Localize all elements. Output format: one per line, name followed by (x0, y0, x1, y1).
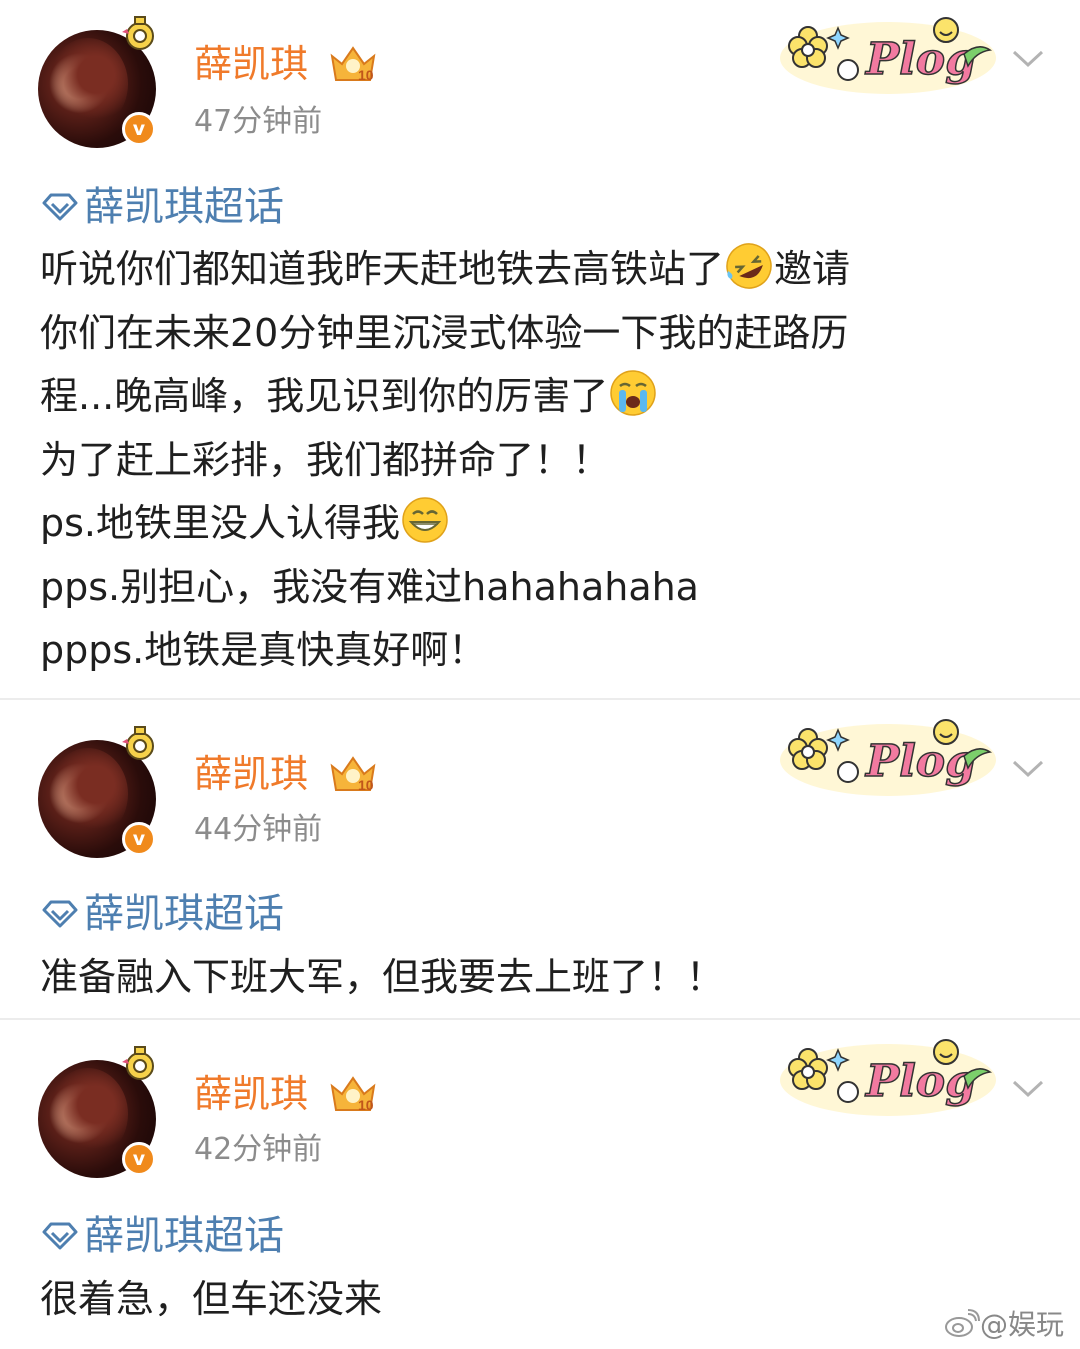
vip-level: 10 (358, 1097, 374, 1113)
crown-badge-icon[interactable]: 10 (328, 1072, 378, 1116)
watermark-text: @娱玩 (980, 1308, 1065, 1341)
rofl-emoji (726, 243, 772, 289)
watermark: @娱玩 (944, 1306, 1074, 1341)
post-text-line: 你们在未来20分钟里沉浸式体验一下我的赶路历 (40, 310, 849, 355)
supertopic-label[interactable]: 薛凯琪超话 (84, 890, 284, 938)
svg-text:Plog: Plog (864, 1056, 976, 1107)
author-name[interactable]: 薛凯琪 (194, 42, 308, 86)
plog-sticker: Plog (780, 719, 996, 796)
post-body: 听说你们都知道我昨天赶地铁去高铁站了 邀请 你们在未来20分钟里沉浸式体验一下我… (40, 238, 1040, 683)
vip-level: 10 (358, 777, 374, 793)
crown-badge-icon[interactable]: 10 (328, 752, 378, 796)
svg-text:Plog: Plog (864, 736, 976, 787)
supertopic-label[interactable]: 薛凯琪超话 (84, 1212, 284, 1260)
supertopic-link[interactable]: 薛凯琪超话 (40, 183, 284, 231)
post-text-line: 听说你们都知道我昨天赶地铁去高铁站了 (40, 247, 725, 291)
post-text-line: ppps.地铁是真快真好啊！ (40, 628, 487, 672)
verified-icon: v (122, 822, 156, 856)
post-time: 44分钟前 (194, 812, 323, 847)
author-name[interactable]: 薛凯琪 (194, 1072, 308, 1116)
crown-badge-icon[interactable]: 10 (328, 42, 378, 86)
pendant-icon (122, 16, 154, 50)
supertopic-diamond-icon (42, 1222, 78, 1250)
avatar[interactable]: v (38, 1046, 156, 1178)
supertopic-link[interactable]: 薛凯琪超话 (40, 1212, 284, 1260)
post-3: v 薛凯琪 10 42分钟前 Plog 薛凯琪超话 很着急，但车还没来 (0, 1020, 1080, 1349)
plog-sticker: Plog (780, 1039, 996, 1116)
grin-emoji (402, 497, 448, 543)
crying-emoji (610, 370, 656, 416)
post-text-line: 很着急，但车还没来 (40, 1277, 383, 1321)
post-2: v 薛凯琪 10 44分钟前 Plog 薛凯琪超话 准备融入下班大军，但我要去上… (0, 700, 1080, 1018)
post-time: 47分钟前 (194, 104, 323, 139)
post-text-line: pps.别担心，我没有难过hahahahaha (40, 564, 699, 609)
chevron-down-icon[interactable] (1010, 46, 1046, 70)
verified-icon: v (122, 1142, 156, 1176)
supertopic-link[interactable]: 薛凯琪超话 (40, 890, 284, 938)
post-1: v 薛凯琪 10 47分钟前 Plog 薛凯琪超话 听说你们都知道我昨天赶地铁去… (0, 0, 1080, 698)
post-text-line: 准备融入下班大军，但我要去上班了！！ (40, 955, 725, 999)
avatar[interactable]: v (38, 726, 156, 858)
supertopic-diamond-icon (42, 900, 78, 928)
supertopic-label[interactable]: 薛凯琪超话 (84, 183, 284, 231)
pendant-icon (122, 726, 154, 760)
author-name[interactable]: 薛凯琪 (194, 752, 308, 796)
post-text-line: ps.地铁里没人认得我 (40, 501, 400, 545)
post-body: 很着急，但车还没来 (40, 1268, 1040, 1332)
chevron-down-icon[interactable] (1010, 756, 1046, 780)
pendant-icon (122, 1046, 154, 1080)
post-time: 42分钟前 (194, 1132, 323, 1167)
svg-text:Plog: Plog (864, 34, 976, 85)
verified-icon: v (122, 112, 156, 146)
chevron-down-icon[interactable] (1010, 1076, 1046, 1100)
avatar[interactable]: v (38, 16, 156, 148)
post-body: 准备融入下班大军，但我要去上班了！！ (40, 946, 1040, 1010)
post-text-line: 邀请 (774, 247, 851, 291)
post-text-line: 为了赶上彩排，我们都拼命了！！ (40, 437, 611, 482)
vip-level: 10 (358, 67, 374, 83)
supertopic-diamond-icon (42, 193, 78, 221)
post-text-line: 程...晚高峰，我见识到你的厉害了 (40, 374, 609, 418)
plog-sticker: Plog (780, 17, 996, 94)
weibo-logo-icon (945, 1309, 980, 1337)
